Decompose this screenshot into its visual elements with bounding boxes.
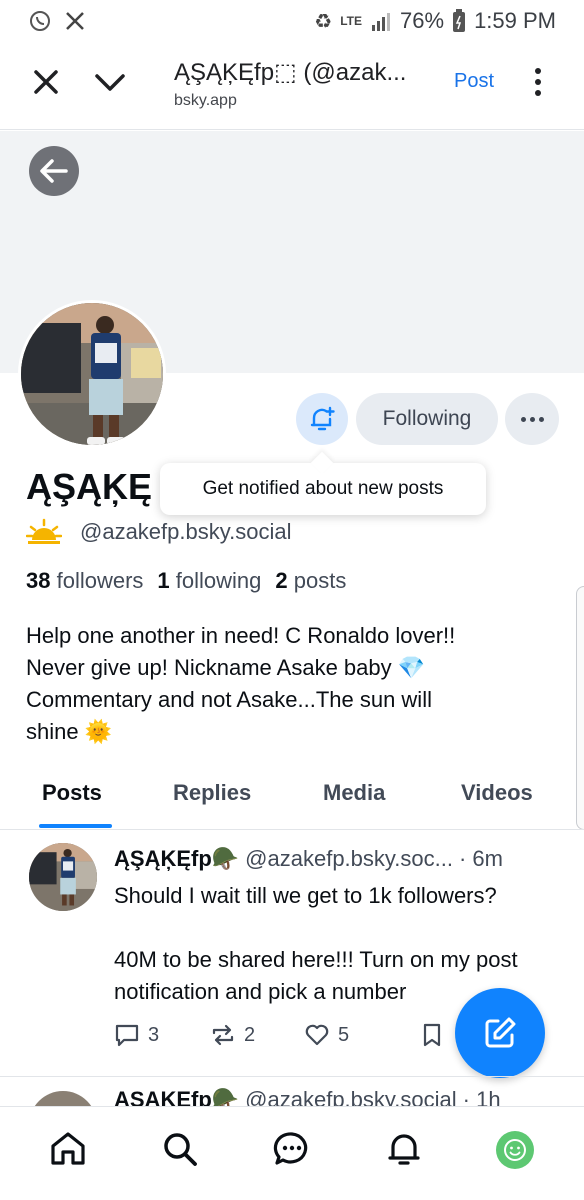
compose-icon [485, 1017, 516, 1048]
reply-count: 3 [148, 1023, 160, 1046]
post-author-name[interactable]: ĄŞĄĶĘfp🪖 [114, 846, 239, 872]
like-icon [305, 1024, 329, 1046]
post-header: ĄŞĄĶĘfp🪖 @azakefp.bsky.soc... · 6m [114, 846, 564, 872]
sun-icon [26, 518, 62, 544]
back-arrow-icon [40, 159, 68, 183]
whatsapp-icon [30, 11, 50, 31]
reply-button[interactable]: 3 [114, 1022, 159, 1048]
back-button[interactable] [29, 146, 79, 196]
repost-count: 2 [244, 1023, 256, 1046]
tab-videos[interactable]: Videos [461, 780, 533, 806]
tab-media[interactable]: Media [323, 780, 385, 806]
bio-line: shine 🌞 [26, 719, 113, 744]
profile-tabs: Posts Replies Media Videos [0, 766, 584, 830]
custom-tab-header: ĄŞĄĶĘfp⬚ (@azak... bsky.app Post [0, 42, 584, 130]
tab-replies[interactable]: Replies [173, 780, 251, 806]
post-author-name[interactable]: ĄŞĄĶĘfp🪖 [114, 1087, 239, 1107]
active-tab-indicator [39, 824, 112, 828]
more-options-button[interactable] [505, 393, 559, 445]
avatar[interactable] [18, 300, 166, 448]
chevron-down-icon[interactable] [92, 64, 128, 100]
bookmark-icon [423, 1023, 441, 1047]
nav-search[interactable] [158, 1127, 202, 1171]
status-right: ♻ LTE 76% 1:59 PM [314, 8, 556, 34]
signal-icon [372, 13, 391, 31]
post-avatar[interactable] [29, 1091, 97, 1107]
status-bar: ♻ LTE 76% 1:59 PM [0, 0, 584, 42]
bookmark-button[interactable] [420, 1022, 444, 1048]
notifications-icon [388, 1134, 420, 1165]
bottom-nav [0, 1106, 584, 1200]
x-icon [66, 12, 84, 30]
kebab-icon[interactable] [526, 64, 550, 100]
followers-stat[interactable]: 38 followers [26, 568, 143, 594]
bio-line: Help one another in need! C Ronaldo love… [26, 623, 456, 648]
notify-tooltip: Get notified about new posts [160, 463, 486, 515]
handle: @azakefp.bsky.social [80, 519, 292, 544]
page-url: bsky.app [174, 92, 237, 109]
battery-icon [453, 9, 466, 32]
handle-row: @azakefp.bsky.social [26, 518, 291, 546]
like-count: 5 [338, 1023, 350, 1046]
post-preview[interactable]: ĄŞĄĶĘfp🪖 @azakefp.bsky.social · 1h [0, 1077, 584, 1107]
search-icon [164, 1133, 197, 1166]
chat-icon [273, 1132, 308, 1165]
post-author-handle[interactable]: @azakefp.bsky.soc... [245, 846, 453, 872]
bio-line: Never give up! Nickname Asake baby 💎 [26, 655, 426, 680]
recycle-icon: ♻ [314, 10, 333, 33]
post-author-handle[interactable]: @azakefp.bsky.social [245, 1087, 456, 1107]
nav-home[interactable] [46, 1127, 90, 1171]
profile-stats: 38 followers 1 following 2 posts [26, 568, 346, 594]
smiley-avatar-icon [504, 1139, 526, 1161]
following-stat[interactable]: 1 following [157, 568, 261, 594]
compose-button[interactable] [455, 988, 545, 1078]
following-button[interactable]: Following [356, 393, 498, 445]
bio-line: Commentary and not Asake...The sun will [26, 687, 432, 712]
tab-posts[interactable]: Posts [42, 780, 102, 806]
post-button[interactable]: Post [454, 70, 494, 93]
repost-icon [212, 1024, 234, 1046]
display-name: ĄŞĄĶĘ [26, 466, 153, 507]
page-title: ĄŞĄĶĘfp⬚ (@azak... [174, 59, 407, 86]
nav-profile-avatar[interactable] [496, 1131, 534, 1169]
post-time: · 1h [462, 1087, 501, 1107]
home-icon [51, 1132, 85, 1165]
post-header: ĄŞĄĶĘfp🪖 @azakefp.bsky.social · 1h [114, 1087, 501, 1107]
clock: 1:59 PM [474, 8, 556, 33]
bell-plus-icon [310, 406, 335, 431]
status-left [28, 9, 86, 33]
reply-icon [115, 1024, 139, 1047]
network-label: LTE [340, 14, 363, 28]
nav-chat[interactable] [270, 1127, 314, 1171]
post-time: · 6m [458, 846, 503, 871]
post-text-line: Should I wait till we get to 1k follower… [114, 883, 497, 908]
battery-percent: 76% [400, 8, 445, 33]
post-avatar[interactable] [29, 843, 97, 911]
like-button[interactable]: 5 [304, 1022, 349, 1048]
profile-bio: Help one another in need! C Ronaldo love… [26, 620, 566, 748]
repost-button[interactable]: 2 [210, 1022, 255, 1048]
nav-notifications[interactable] [382, 1127, 426, 1171]
posts-stat: 2 posts [275, 568, 347, 593]
notify-button[interactable] [296, 393, 348, 445]
close-icon[interactable] [28, 64, 64, 100]
